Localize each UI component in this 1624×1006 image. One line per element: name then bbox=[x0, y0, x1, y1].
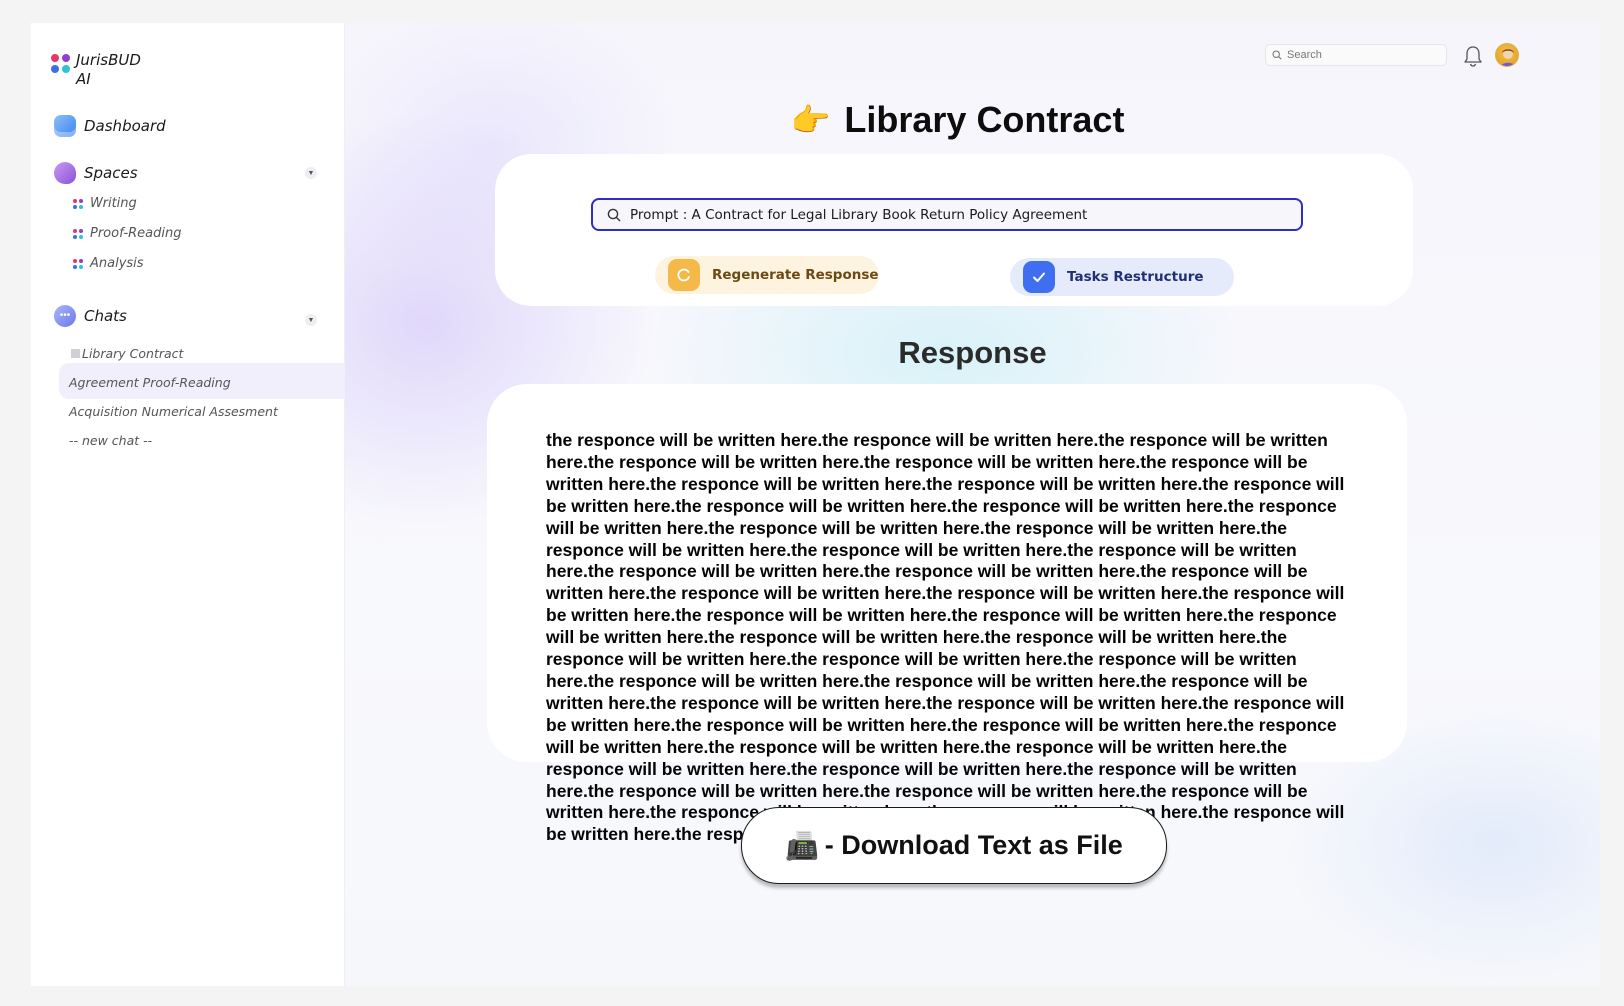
sidebar-item-chats[interactable]: ••• Chats bbox=[54, 305, 127, 327]
chat-item-label: Agreement Proof-Reading bbox=[69, 375, 231, 390]
chat-item-label: Acquisition Numerical Assesment bbox=[69, 404, 278, 419]
tasks-restructure-button[interactable]: Tasks Restructure bbox=[1010, 258, 1234, 296]
chats-icon: ••• bbox=[54, 305, 76, 327]
sidebar-item-spaces[interactable]: Spaces bbox=[54, 162, 138, 184]
bell-icon[interactable] bbox=[1462, 44, 1484, 68]
fax-machine-icon: 📠 bbox=[785, 830, 819, 861]
page-title: Library Contract bbox=[844, 99, 1125, 140]
chat-item-agreement-proof-reading[interactable]: Agreement Proof-Reading bbox=[69, 375, 231, 390]
refresh-icon bbox=[668, 259, 700, 291]
space-dots-icon bbox=[73, 198, 83, 209]
space-item-label: Proof-Reading bbox=[90, 226, 182, 241]
dashboard-icon bbox=[54, 115, 76, 137]
response-card: the responce will be written here.the re… bbox=[487, 384, 1407, 844]
brand-logo[interactable]: JurisBUD AI bbox=[51, 51, 156, 89]
chevron-down-icon[interactable]: ▼ bbox=[305, 314, 317, 326]
tasks-label: Tasks Restructure bbox=[1067, 269, 1204, 285]
space-item-label: Analysis bbox=[90, 256, 144, 271]
chat-item-label: Library Contract bbox=[82, 346, 184, 361]
prompt-input[interactable]: Prompt : A Contract for Legal Library Bo… bbox=[591, 198, 1303, 231]
sidebar-item-label: Spaces bbox=[84, 164, 138, 182]
space-dots-icon bbox=[73, 228, 83, 239]
chat-square-icon bbox=[71, 349, 80, 358]
chat-item-library-contract[interactable]: Library Contract bbox=[71, 346, 183, 361]
sidebar-item-label: Chats bbox=[84, 307, 127, 325]
sidebar-item-label: Dashboard bbox=[84, 117, 166, 135]
spaces-icon bbox=[54, 162, 76, 184]
space-item-analysis[interactable]: Analysis bbox=[73, 256, 144, 271]
sidebar-item-dashboard[interactable]: Dashboard bbox=[54, 115, 166, 137]
brand-logo-icon bbox=[51, 54, 70, 73]
download-text-button[interactable]: 📠 - Download Text as File bbox=[741, 807, 1167, 884]
avatar[interactable] bbox=[1495, 43, 1519, 67]
brand-name: JurisBUD AI bbox=[76, 51, 141, 88]
search-icon bbox=[607, 208, 621, 221]
chevron-down-icon[interactable]: ▼ bbox=[305, 167, 317, 179]
checkmark-icon bbox=[1023, 261, 1055, 293]
regenerate-label: Regenerate Response bbox=[712, 267, 879, 283]
app-window: JurisBUD AI Dashboard Spaces ▼ Writing P… bbox=[31, 23, 1600, 986]
space-item-label: Writing bbox=[90, 196, 137, 211]
new-chat-item[interactable]: -- new chat -- bbox=[69, 433, 152, 448]
search-field[interactable] bbox=[1265, 44, 1447, 66]
search-input[interactable] bbox=[1287, 49, 1437, 61]
download-label: - Download Text as File bbox=[824, 830, 1123, 860]
prompt-text: Prompt : A Contract for Legal Library Bo… bbox=[630, 206, 1088, 223]
sidebar: JurisBUD AI Dashboard Spaces ▼ Writing P… bbox=[31, 23, 345, 986]
chat-item-acquisition[interactable]: Acquisition Numerical Assesment bbox=[69, 404, 278, 419]
prompt-card: Prompt : A Contract for Legal Library Bo… bbox=[495, 154, 1413, 306]
response-heading: Response bbox=[898, 335, 1047, 370]
space-item-writing[interactable]: Writing bbox=[73, 196, 137, 211]
space-dots-icon bbox=[73, 258, 83, 269]
page-title-row: 👉 Library Contract bbox=[345, 99, 1600, 141]
avatar-face-icon bbox=[1500, 49, 1516, 66]
main-content: 👉 Library Contract Prompt : A Contract f… bbox=[345, 23, 1600, 986]
search-icon bbox=[1272, 50, 1282, 60]
pointing-hand-icon: 👉 bbox=[790, 102, 831, 138]
space-item-proof-reading[interactable]: Proof-Reading bbox=[73, 226, 181, 241]
chat-item-label: -- new chat -- bbox=[69, 433, 153, 448]
response-text: the responce will be written here.the re… bbox=[546, 430, 1345, 845]
regenerate-response-button[interactable]: Regenerate Response bbox=[655, 256, 879, 294]
